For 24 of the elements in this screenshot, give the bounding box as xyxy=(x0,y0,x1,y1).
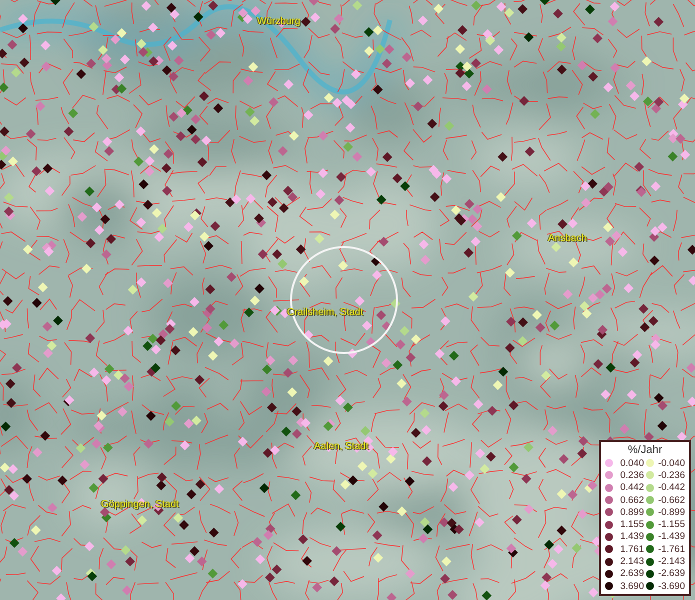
legend-value: -3.690 xyxy=(657,580,685,592)
legend-value: -1.439 xyxy=(657,531,685,542)
legend-value: 2.143 xyxy=(619,556,644,568)
place-label: Göppingen, Stadt xyxy=(101,499,179,510)
legend-value: -0.040 xyxy=(657,458,685,469)
legend-value: 0.662 xyxy=(619,494,644,506)
legend-value: 0.236 xyxy=(619,470,644,481)
legend-value: -0.662 xyxy=(657,494,685,506)
legend-value: -2.143 xyxy=(657,556,685,568)
legend-value: -0.236 xyxy=(657,470,685,481)
legend-value: 1.155 xyxy=(619,519,644,530)
legend-value: -1.155 xyxy=(657,519,685,530)
legend-value: 0.040 xyxy=(619,458,644,469)
legend-value: 3.690 xyxy=(619,580,644,592)
legend-value: -0.899 xyxy=(657,506,685,518)
legend-value: 0.899 xyxy=(619,506,644,518)
legend-value: 1.761 xyxy=(619,544,644,555)
legend-title: %/Jahr xyxy=(628,444,662,457)
legend-value: 0.442 xyxy=(619,482,644,494)
legend-value: -2.639 xyxy=(657,568,685,580)
legend-value: 2.639 xyxy=(619,568,644,580)
legend-value: -1.761 xyxy=(657,544,685,555)
legend-value: -0.442 xyxy=(657,482,685,494)
legend-value: 1.439 xyxy=(619,531,644,542)
